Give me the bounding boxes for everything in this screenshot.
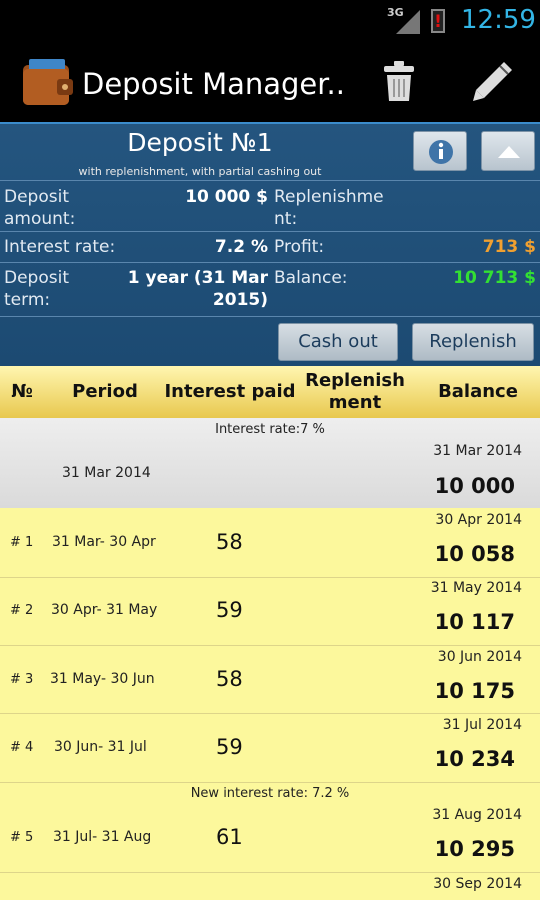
profit-value: 713 $ (482, 237, 536, 257)
row-divider (0, 782, 540, 783)
rate-note: Interest rate:7 % (215, 422, 325, 437)
row-date: 31 Mar 2014 (433, 443, 522, 459)
interest-rate-label: Interest rate: (4, 237, 116, 257)
signal-icon (396, 10, 420, 34)
row-period: 30 Apr- 31 May (51, 602, 158, 618)
row-balance: 10 117 (434, 610, 515, 634)
row-balance: 10 175 (434, 679, 515, 703)
row-period: 31 Mar- 30 Apr (52, 534, 156, 550)
row-balance: 10 058 (434, 542, 515, 566)
divider (0, 316, 540, 317)
wallet-icon[interactable] (21, 57, 75, 109)
col-header-replenishment[interactable]: Replenishment (296, 370, 414, 414)
divider (0, 180, 540, 181)
row-date: 30 Apr 2014 (435, 512, 522, 528)
row-date: 30 Jun 2014 (437, 649, 522, 665)
row-date: 31 May 2014 (430, 580, 522, 596)
row-period: 31 Mar 2014 (62, 465, 151, 481)
replenishment-label: Replenishment: (274, 187, 384, 229)
row-interest: 58 (216, 667, 243, 691)
deposit-term-value: 1 year (31 Mar 2015) (127, 268, 268, 310)
chevron-up-icon (498, 146, 520, 158)
row-date: 31 Aug 2014 (432, 807, 522, 823)
battery-icon: ! (431, 9, 445, 33)
cash-out-button[interactable]: Cash out (278, 323, 398, 361)
profit-label: Profit: (274, 237, 325, 257)
row-date: 30 Sep 2014 (433, 876, 522, 892)
interest-rate-value: 7.2 % (214, 237, 268, 257)
balance-label: Balance: (274, 268, 348, 288)
balance-value: 10 713 $ (453, 268, 536, 288)
row-period: 31 Jul- 31 Aug (53, 829, 152, 845)
row-balance: 10 234 (434, 747, 515, 771)
row-divider (0, 872, 540, 873)
row-divider (0, 645, 540, 646)
col-header-period[interactable]: Period (50, 381, 160, 403)
row-interest: 58 (216, 530, 243, 554)
deposit-amount-label: Deposit amount: (4, 187, 76, 229)
row-balance: 10 295 (434, 837, 515, 861)
info-icon (429, 140, 453, 164)
row-number: # 3 (10, 672, 34, 687)
info-button[interactable] (413, 131, 467, 171)
row-divider (0, 577, 540, 578)
row-divider (0, 713, 540, 714)
pencil-icon[interactable] (470, 58, 516, 104)
rate-change-note: New interest rate: 7.2 % (190, 786, 350, 801)
clock: 12:59 (461, 5, 536, 35)
status-bar: 3G ! 12:59 (0, 0, 540, 44)
row-number: # 5 (10, 830, 34, 845)
row-number: # 1 (10, 535, 34, 550)
col-header-interest[interactable]: Interest paid (162, 381, 298, 403)
row-number: # 4 (10, 740, 34, 755)
row-interest: 61 (216, 825, 243, 849)
deposit-amount-value: 10 000 $ (185, 187, 268, 207)
row-interest: 59 (216, 598, 243, 622)
col-header-balance[interactable]: Balance (418, 381, 538, 403)
row-number: # 2 (10, 603, 34, 618)
row-period: 31 May- 30 Jun (50, 671, 155, 687)
col-header-number[interactable]: № (2, 381, 42, 403)
row-date: 31 Jul 2014 (442, 717, 522, 733)
row-balance: 10 000 (434, 474, 515, 498)
row-period: 30 Jun- 31 Jul (54, 739, 147, 755)
divider (0, 231, 540, 232)
divider (0, 262, 540, 263)
replenish-button[interactable]: Replenish (412, 323, 534, 361)
collapse-button[interactable] (481, 131, 535, 171)
deposit-term-label: Deposit term: (4, 268, 69, 310)
deposit-title: Deposit №1 (127, 128, 273, 157)
app-title: Deposit Manager... (82, 67, 342, 101)
deposit-subtitle: with replenishment, with partial cashing… (78, 165, 322, 178)
trash-icon[interactable] (383, 61, 415, 103)
row-interest: 59 (216, 735, 243, 759)
